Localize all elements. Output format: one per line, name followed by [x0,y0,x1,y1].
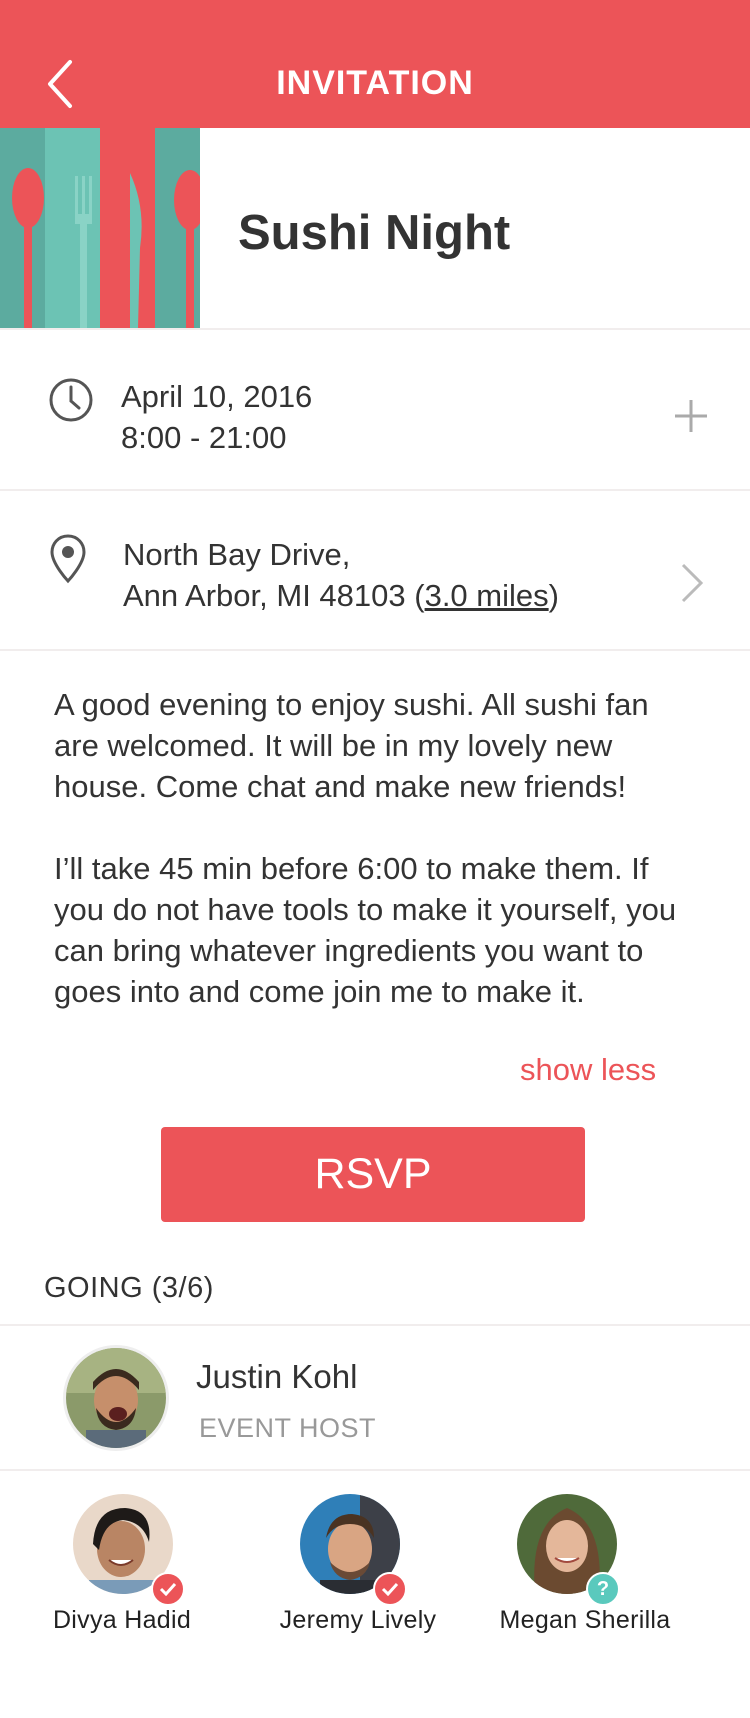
chevron-right-icon [681,563,704,603]
divider [0,489,750,491]
guest-item[interactable]: Divya Hadid [2,1494,242,1644]
check-icon [159,1582,177,1596]
page-title: INVITATION [276,64,474,102]
address-line-2: Ann Arbor, MI 48103 (3.0 miles) [123,578,559,613]
clock-icon [49,378,93,422]
guest-item[interactable]: Jeremy Lively [238,1494,478,1644]
app-header: INVITATION [0,0,750,128]
host-avatar[interactable] [66,1348,166,1448]
going-badge [151,1572,185,1606]
event-description: A good evening to enjoy sushi. All sushi… [54,684,694,1012]
divider [0,1469,750,1471]
divider [0,328,750,330]
question-icon: ? [596,1577,610,1600]
check-icon [381,1582,399,1596]
guest-name: Divya Hadid [52,1606,192,1634]
event-location: North Bay Drive, Ann Arbor, MI 48103 (3.… [123,534,559,616]
host-role: EVENT HOST [199,1413,377,1443]
event-datetime: April 10, 2016 8:00 - 21:00 [121,376,312,458]
event-time: 8:00 - 21:00 [121,420,287,455]
location-details-button[interactable] [680,562,704,604]
maybe-badge: ? [586,1572,620,1606]
distance-link[interactable]: 3.0 miles [425,578,549,613]
rsvp-button[interactable]: RSVP [161,1127,585,1222]
description-paragraph: I’ll take 45 min before 6:00 to make the… [54,851,677,1009]
guest-name: Jeremy Lively [279,1606,437,1634]
guest-item[interactable]: ? Megan Sherilla [465,1494,705,1644]
divider [0,1324,750,1326]
going-badge [373,1572,407,1606]
event-date: April 10, 2016 [121,379,313,414]
plus-icon [675,400,707,432]
going-section-title: GOING (3/6) [44,1272,214,1304]
divider [0,649,750,651]
description-paragraph: A good evening to enjoy sushi. All sushi… [54,687,649,804]
host-name: Justin Kohl [196,1358,358,1395]
location-pin-icon [50,534,86,584]
address-city: Ann Arbor, MI 48103 [123,578,406,613]
show-less-link[interactable]: show less [520,1052,656,1088]
add-to-calendar-button[interactable] [672,397,710,435]
event-title: Sushi Night [238,206,511,260]
address-line-1: North Bay Drive, [123,537,351,572]
guest-name: Megan Sherilla [499,1606,671,1634]
event-image [0,128,200,328]
